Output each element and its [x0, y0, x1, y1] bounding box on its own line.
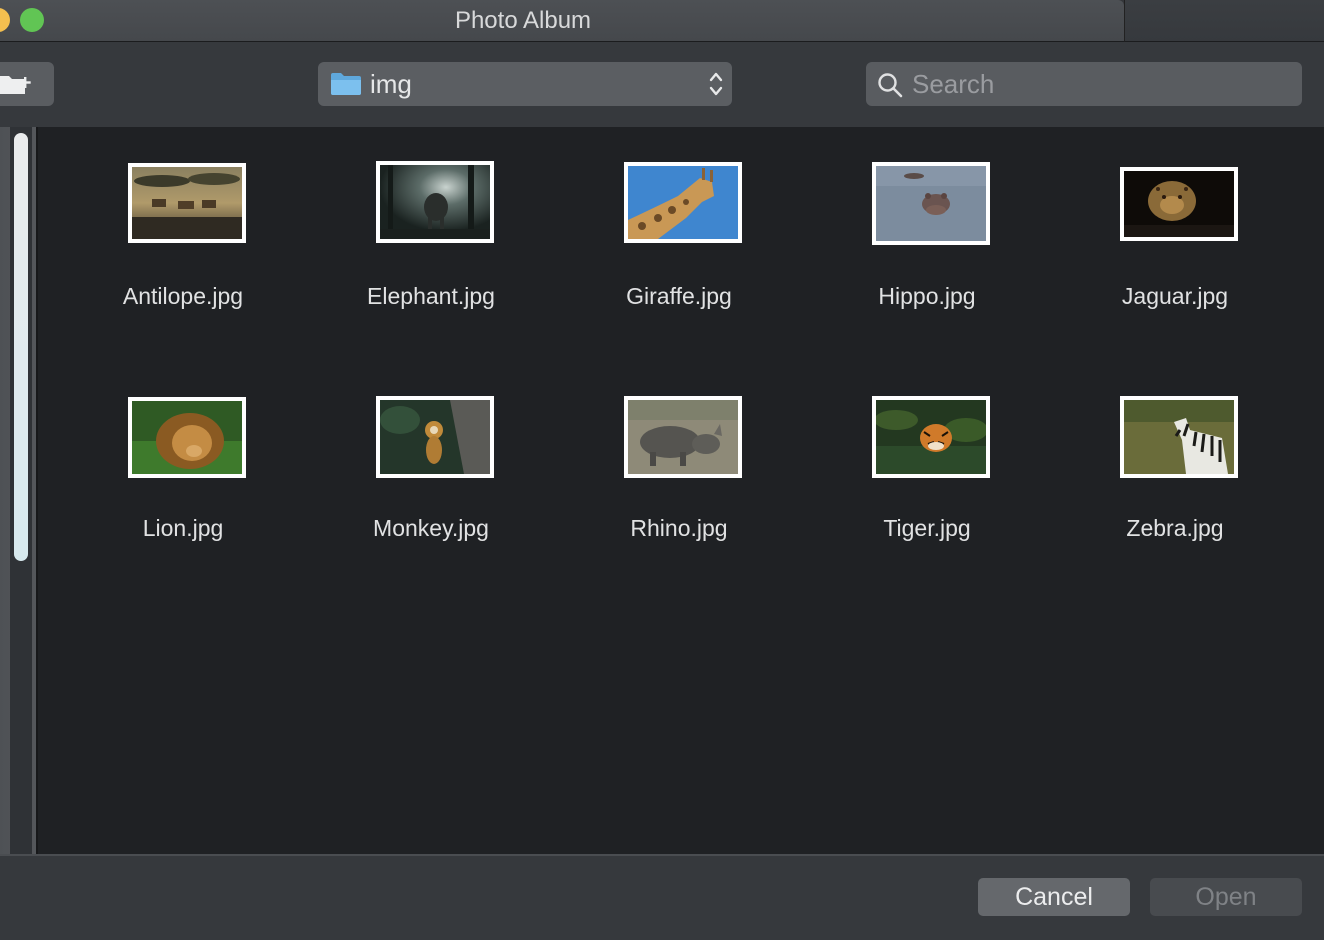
file-item-antilope[interactable]: Antilope.jpg	[59, 127, 307, 327]
file-name: Monkey.jpg	[373, 515, 489, 541]
title-bar-extension	[1124, 0, 1324, 42]
lion-photo	[132, 401, 242, 474]
file-thumbnail	[128, 397, 246, 478]
file-thumbnail	[1120, 396, 1238, 478]
file-item-tiger[interactable]: Tiger.jpg	[803, 359, 1051, 559]
file-thumbnail	[872, 396, 990, 478]
file-item-giraffe[interactable]: Giraffe.jpg	[555, 127, 803, 327]
file-name: Lion.jpg	[142, 515, 224, 541]
file-thumbnail	[624, 396, 742, 478]
open-button[interactable]: Open	[1150, 878, 1302, 916]
cancel-button[interactable]: Cancel	[978, 878, 1130, 916]
search-input[interactable]	[912, 62, 1292, 106]
tiger-photo	[876, 400, 986, 474]
file-thumbnail	[1120, 167, 1238, 241]
file-name: Zebra.jpg	[1126, 515, 1224, 541]
zebra-photo	[1124, 400, 1234, 474]
antelope-photo	[132, 167, 242, 239]
file-thumbnail	[128, 163, 246, 243]
file-item-lion[interactable]: Lion.jpg	[59, 359, 307, 559]
path-label: img	[370, 69, 412, 99]
button-bar: Cancel Open	[0, 854, 1324, 940]
toolbar: img	[0, 42, 1324, 127]
file-name: Giraffe.jpg	[626, 283, 732, 309]
file-name: Antilope.jpg	[122, 283, 244, 309]
file-thumbnail	[872, 162, 990, 245]
path-popup-button[interactable]: img	[318, 62, 732, 106]
file-item-rhino[interactable]: Rhino.jpg	[555, 359, 803, 559]
file-name: Tiger.jpg	[883, 515, 971, 541]
search-field[interactable]	[866, 62, 1302, 106]
file-item-jaguar[interactable]: Jaguar.jpg	[1051, 127, 1299, 327]
file-thumbnail	[624, 162, 742, 243]
file-item-monkey[interactable]: Monkey.jpg	[307, 359, 555, 559]
hippo-photo	[876, 166, 986, 241]
file-name: Jaguar.jpg	[1121, 283, 1229, 309]
monkey-photo	[380, 400, 490, 474]
title-bar[interactable]: Photo Album	[0, 0, 1124, 42]
new-folder-button[interactable]	[0, 62, 54, 106]
file-item-elephant[interactable]: Elephant.jpg	[307, 127, 555, 327]
file-thumbnail	[376, 396, 494, 478]
file-name: Hippo.jpg	[878, 283, 976, 309]
file-item-zebra[interactable]: Zebra.jpg	[1051, 359, 1299, 559]
elephant-photo	[380, 165, 490, 239]
file-thumbnail	[376, 161, 494, 243]
jaguar-photo	[1124, 171, 1234, 237]
giraffe-photo	[628, 166, 738, 239]
rhino-photo	[628, 400, 738, 474]
window-title: Photo Album	[454, 7, 592, 34]
magnifier-icon	[878, 73, 903, 98]
sidebar-scrollbar-thumb[interactable]	[14, 133, 28, 561]
sidebar	[0, 127, 38, 854]
file-open-dialog: Photo Album img Search Antilope.jpg Elep…	[0, 0, 1324, 940]
file-grid: Antilope.jpg Elephant.jpg Giraffe.jpg Hi…	[38, 127, 1324, 854]
new-folder-icon	[0, 76, 31, 94]
file-name: Rhino.jpg	[630, 515, 728, 541]
updown-arrows-icon	[709, 72, 723, 96]
folder-icon	[331, 73, 361, 95]
file-item-hippo[interactable]: Hippo.jpg	[803, 127, 1051, 327]
file-name: Elephant.jpg	[367, 283, 495, 309]
